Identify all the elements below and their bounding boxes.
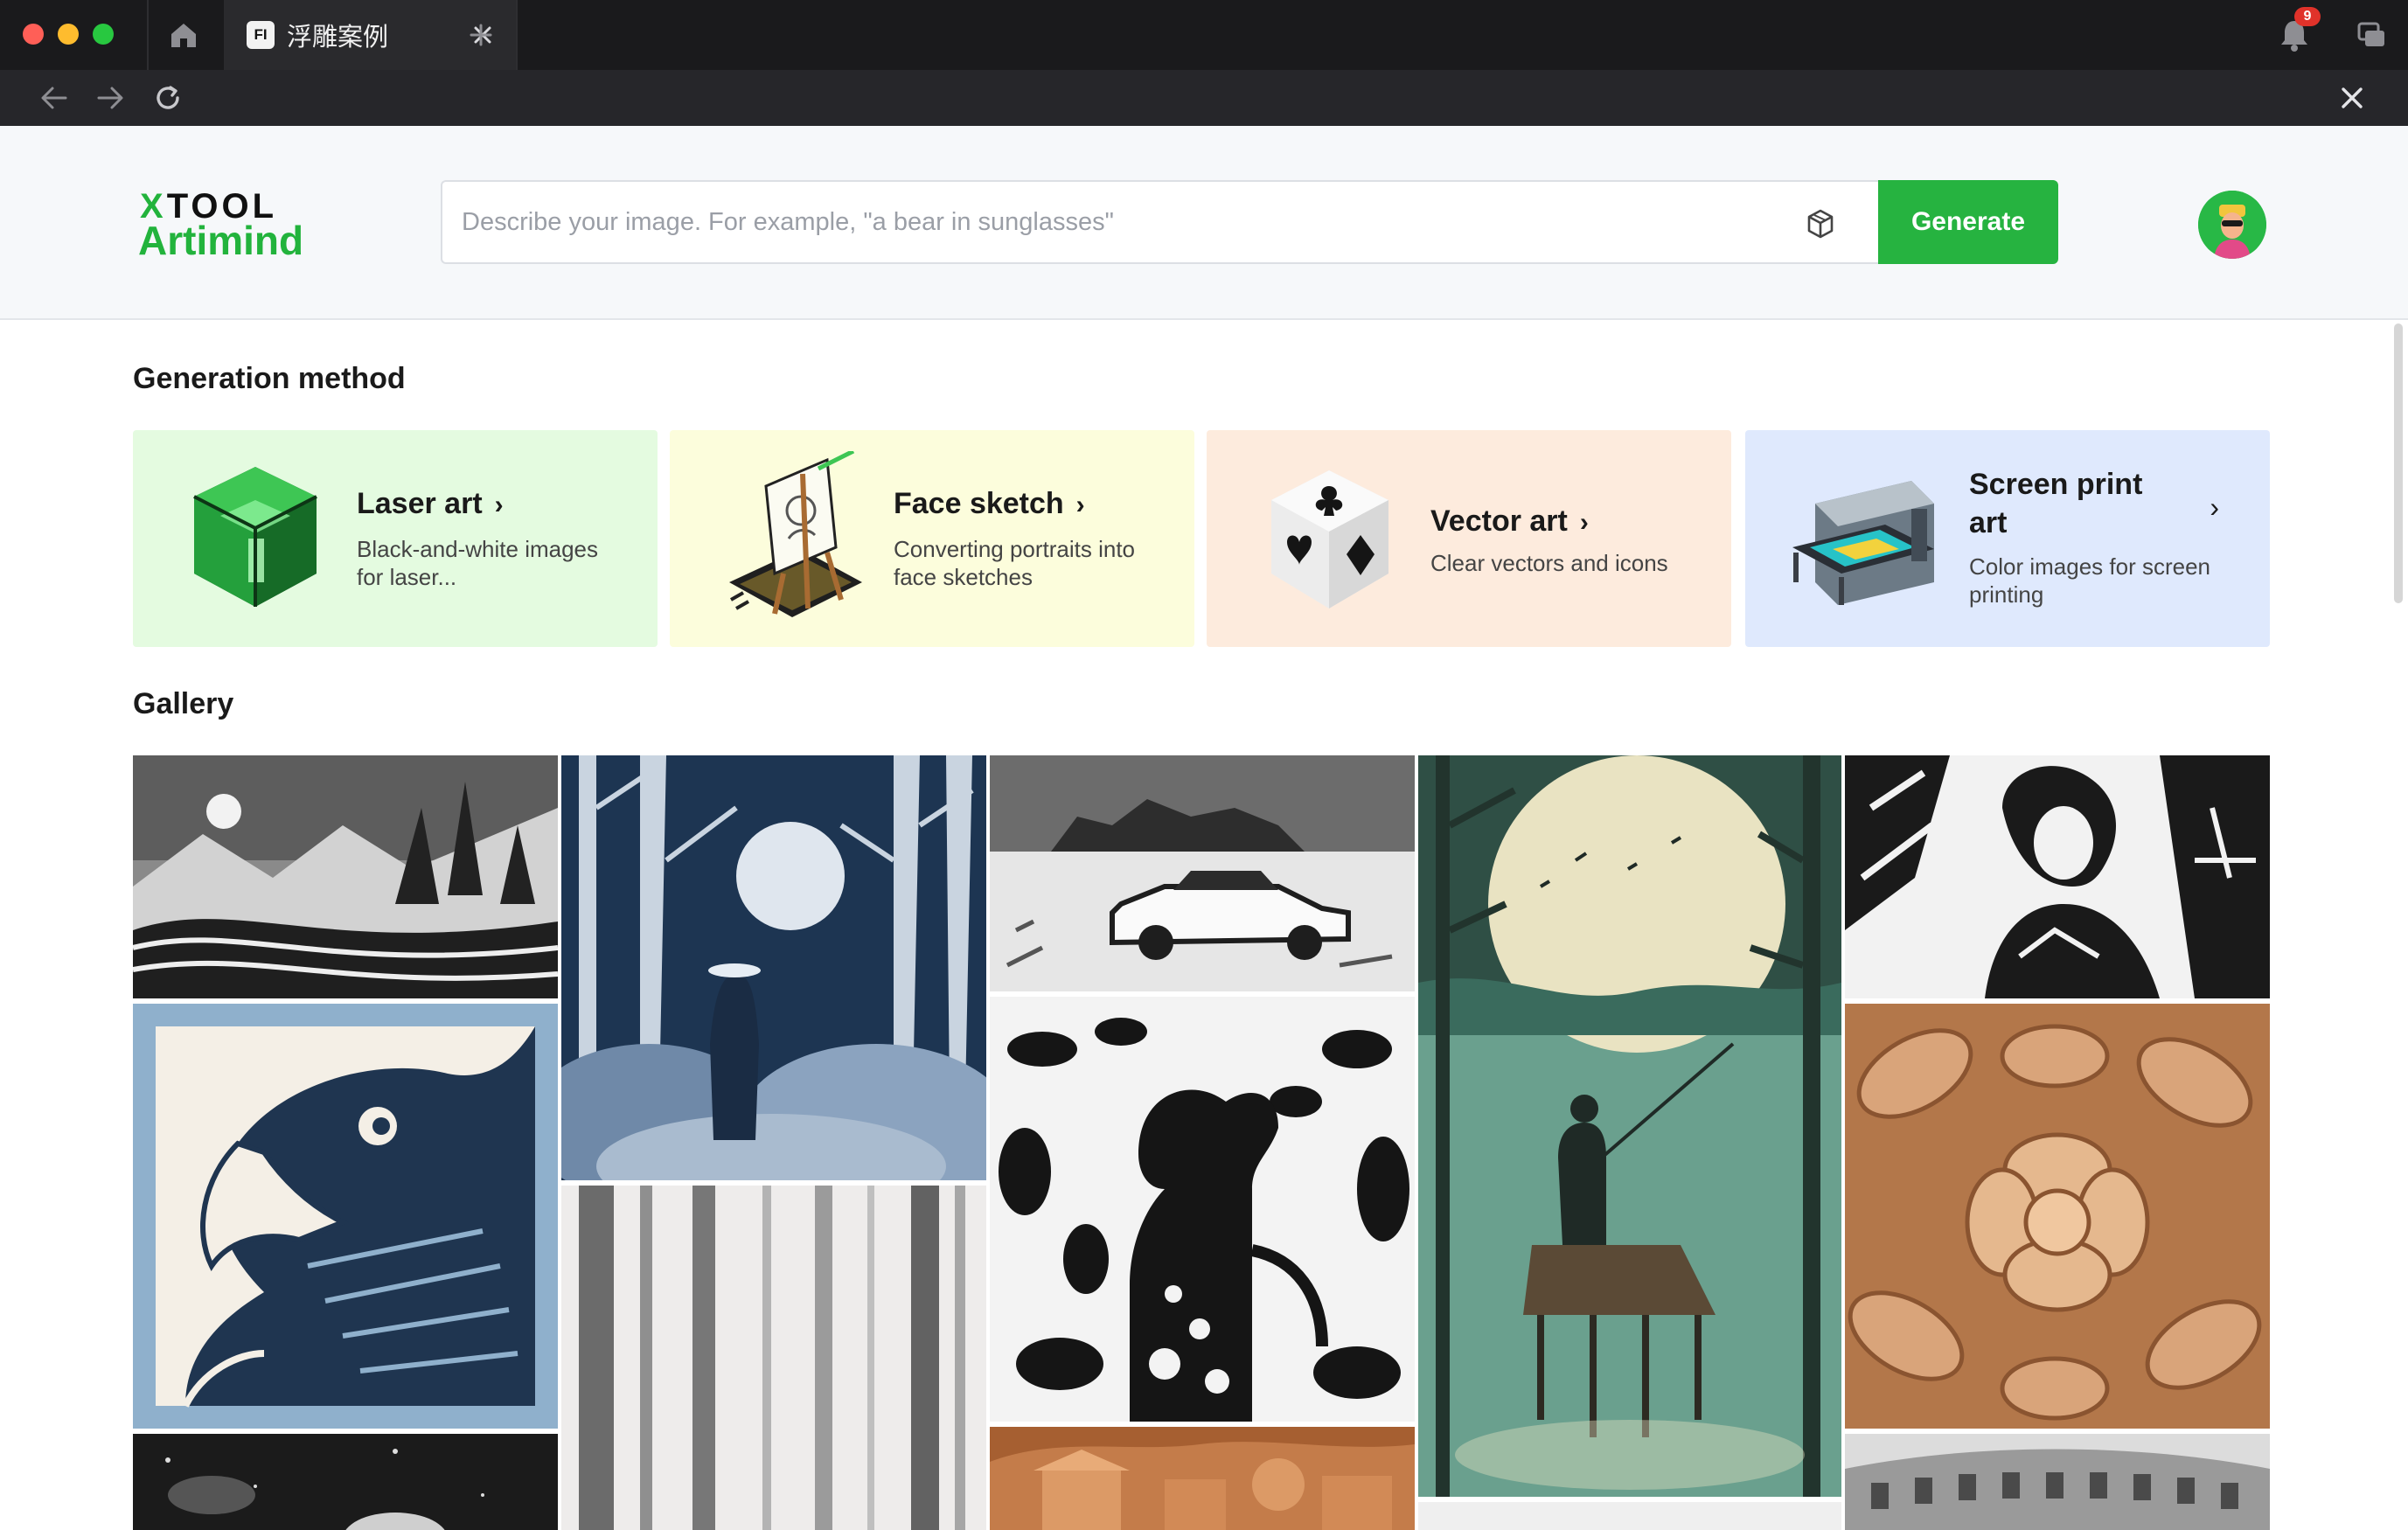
gallery-image-carved-flower[interactable]: [1845, 1004, 2270, 1429]
chevron-right-icon: ›: [494, 490, 504, 519]
tab-title: 浮雕案例: [287, 22, 389, 52]
gallery-image-fisherman[interactable]: [1418, 755, 1841, 1497]
divider: [147, 0, 149, 70]
gallery-image-colosseum[interactable]: [1845, 1434, 2270, 1530]
method-title: Vector art ›: [1430, 502, 1589, 542]
prompt-input[interactable]: [462, 182, 1773, 262]
arrow-right-icon: [97, 87, 123, 109]
home-icon: [171, 24, 196, 47]
plus-icon: [470, 24, 492, 46]
prompt-box: [441, 180, 1880, 264]
logo-product-name[interactable]: Artimind: [138, 217, 303, 264]
method-card-vector-art[interactable]: Vector art › Clear vectors and icons: [1207, 430, 1731, 647]
section-title-generation-method: Generation method: [133, 362, 406, 395]
tab-favicon: FI: [247, 21, 275, 49]
gallery-image-landscape-moon[interactable]: [133, 755, 558, 998]
gallery-image-partial[interactable]: [1418, 1502, 1841, 1530]
avatar[interactable]: [2198, 191, 2266, 259]
reload-button[interactable]: [150, 80, 185, 115]
gallery-image-moon-forest[interactable]: [561, 755, 986, 1180]
notification-badge: 9: [2294, 7, 2321, 26]
reload-icon: [157, 86, 179, 109]
home-button[interactable]: [164, 19, 203, 51]
chevron-right-icon: ›: [1579, 508, 1589, 537]
style-options-button[interactable]: [1803, 206, 1838, 241]
page-scrollbar[interactable]: [2394, 323, 2403, 603]
method-card-screen-print-art[interactable]: Screen print art › Color images for scre…: [1745, 430, 2270, 647]
divider: [516, 0, 518, 70]
page-header: XTOOL Artimind Generate: [0, 126, 2408, 320]
method-title: Laser art ›: [357, 484, 504, 525]
screen-printer-illustration: [1792, 481, 1934, 605]
gallery-grid: [133, 755, 2270, 1530]
generate-button[interactable]: Generate: [1878, 180, 2058, 264]
window-close-button[interactable]: [23, 24, 44, 45]
laser-machine-illustration: [193, 467, 317, 607]
windows-icon: [2357, 22, 2384, 46]
back-button[interactable]: [37, 80, 72, 115]
gallery-image-eagle[interactable]: [133, 1004, 558, 1429]
forward-button[interactable]: [93, 80, 128, 115]
new-tab-button[interactable]: [463, 19, 498, 51]
method-description: Converting portraits into face sketches: [894, 536, 1136, 590]
method-title: Face sketch ›: [894, 484, 1085, 525]
page: XTOOL Artimind Generate Generation metho…: [0, 126, 2408, 1530]
method-description: Color images for screen printing: [1969, 553, 2210, 608]
gallery-image-retro-woman[interactable]: [1845, 755, 2270, 998]
section-title-gallery: Gallery: [133, 687, 234, 720]
chevron-right-icon: ›: [1075, 490, 1085, 519]
method-description: Black-and-white images for laser...: [357, 536, 599, 590]
gallery-image-vintage-car[interactable]: [990, 755, 1415, 991]
gallery-image-space[interactable]: [133, 1434, 558, 1530]
gallery-image-floral-dog[interactable]: [990, 997, 1415, 1422]
windows-button[interactable]: [2354, 17, 2389, 52]
method-card-laser-art[interactable]: Laser art › Black-and-white images for la…: [133, 430, 658, 647]
window-maximize-button[interactable]: [93, 24, 114, 45]
method-description: Clear vectors and icons: [1430, 550, 1668, 576]
arrow-left-icon: [41, 87, 67, 109]
window-minimize-button[interactable]: [58, 24, 79, 45]
cube-icon: [1807, 209, 1834, 239]
easel-illustration: [729, 451, 862, 617]
navigation-bar: [0, 70, 2408, 126]
gallery-image-carved-architecture[interactable]: [990, 1427, 1415, 1530]
method-card-face-sketch[interactable]: Face sketch › Converting portraits into f…: [670, 430, 1194, 647]
chevron-right-icon: ›: [2210, 491, 2219, 523]
gallery-image-misty-forest[interactable]: [561, 1186, 986, 1530]
close-icon: [2342, 87, 2363, 108]
close-page-button[interactable]: [2335, 80, 2370, 115]
method-title: Screen print art: [1969, 468, 2143, 539]
dice-illustration: [1271, 470, 1388, 609]
title-bar: FI 浮雕案例 9: [0, 0, 2408, 70]
